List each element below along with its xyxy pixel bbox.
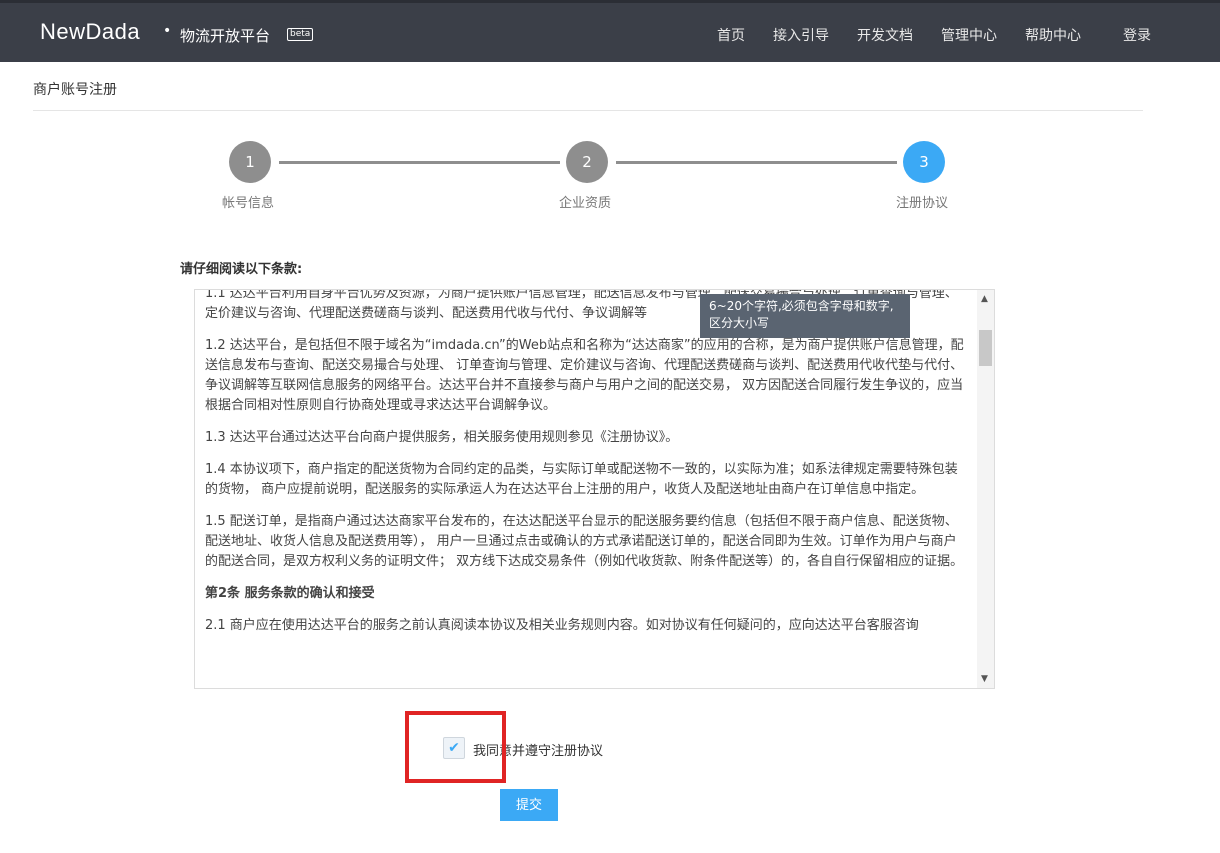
title-divider	[33, 110, 1143, 111]
terms-paragraph: 1.4 本协议项下，商户指定的配送货物为合同约定的品类，与实际订单或配送物不一致…	[205, 462, 958, 497]
step-3-circle: 3	[903, 141, 945, 183]
terms-paragraph: 2.1 商户应在使用达达平台的服务之前认真阅读本协议及相关业务规则内容。如对协议…	[205, 618, 919, 633]
step-1-circle: 1	[229, 141, 271, 183]
highlight-box	[405, 711, 506, 783]
terms-content: 1.1 达达平台利用自身平台优势及资源，为商户提供账户信息管理，配送信息发布与管…	[205, 290, 967, 648]
submit-button[interactable]: 提交	[500, 789, 558, 821]
nav-docs[interactable]: 开发文档	[857, 25, 913, 45]
beta-badge: beta	[287, 28, 314, 41]
terms-paragraph: 1.5 配送订单，是指商户通过达达商家平台发布的，在达达配送平台显示的配送服务要…	[205, 514, 964, 569]
step-connector-2	[616, 161, 897, 164]
terms-paragraph: 1.3 达达平台通过达达平台向商户提供服务，相关服务使用规则参见《注册协议》。	[205, 430, 679, 445]
terms-scrollbar[interactable]: ▲ ▼	[977, 290, 994, 688]
terms-paragraph: 1.2 达达平台，是包括但不限于域名为“imdada.cn”的Web站点和名称为…	[205, 338, 964, 413]
step-2-circle: 2	[566, 141, 608, 183]
scroll-thumb[interactable]	[979, 330, 992, 366]
terms-section-heading: 第2条 服务条款的确认和接受	[205, 586, 375, 601]
step-1-label: 帐号信息	[222, 196, 275, 211]
nav-management[interactable]: 管理中心	[941, 25, 997, 45]
brand-logo[interactable]: NewDada	[40, 19, 140, 45]
password-hint-tooltip: 6~20个字符,必须包含字母和数字,区分大小写	[700, 294, 910, 338]
nav-home[interactable]: 首页	[717, 25, 745, 45]
scroll-down-arrow-icon[interactable]: ▼	[981, 674, 988, 684]
top-navbar: NewDada • 物流开放平台 beta 首页 接入引导 开发文档 管理中心 …	[0, 0, 1220, 62]
step-connector-1	[279, 161, 560, 164]
step-2-label: 企业资质	[559, 196, 612, 211]
step-3-label: 注册协议	[896, 196, 949, 211]
brand-subtitle: 物流开放平台	[180, 27, 271, 45]
page-title: 商户账号注册	[33, 82, 117, 98]
brand-logo-new: New	[40, 19, 86, 44]
nav-guide[interactable]: 接入引导	[773, 25, 829, 45]
terms-intro: 请仔细阅读以下条款:	[180, 262, 303, 277]
brand-logo-dada: Dada	[85, 19, 141, 44]
nav-login[interactable]: 登录	[1123, 25, 1151, 45]
terms-scroll-area[interactable]: 1.1 达达平台利用自身平台优势及资源，为商户提供账户信息管理，配送信息发布与管…	[194, 289, 995, 689]
scroll-up-arrow-icon[interactable]: ▲	[981, 294, 988, 304]
nav-help[interactable]: 帮助中心	[1025, 25, 1081, 45]
brand-separator: •	[163, 23, 172, 39]
